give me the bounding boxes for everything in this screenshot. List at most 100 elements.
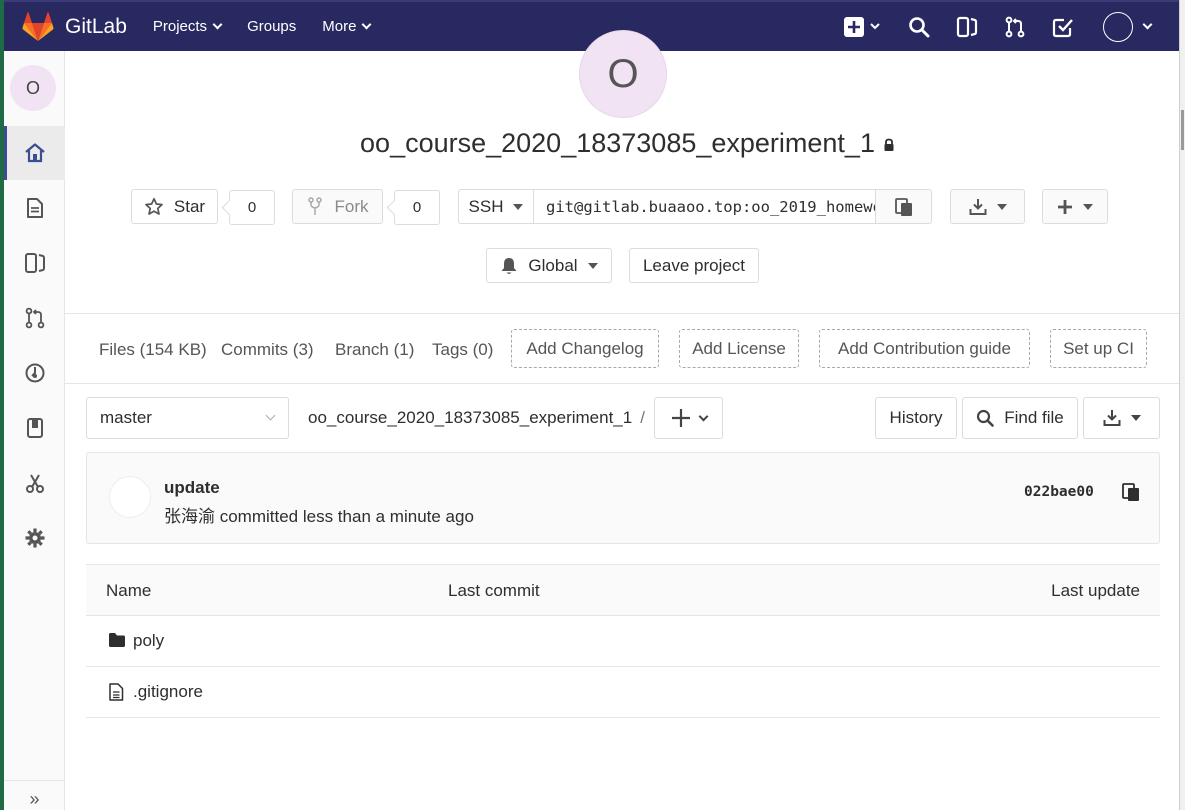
stat-files[interactable]: Files (154 KB) xyxy=(99,340,207,360)
sidebar-item-repository[interactable] xyxy=(4,181,65,235)
sidebar-item-merge-requests[interactable] xyxy=(4,291,65,345)
issues-button[interactable] xyxy=(955,15,979,39)
add-to-tree-dropdown[interactable] xyxy=(654,397,723,439)
clipboard-icon xyxy=(894,197,912,216)
bell-icon xyxy=(501,257,517,274)
star-button[interactable]: Star xyxy=(131,189,218,224)
nav-more[interactable]: More xyxy=(322,18,372,35)
breadcrumb-project[interactable]: oo_course_2020_18373085_experiment_1 xyxy=(308,408,632,427)
copy-sha-button[interactable] xyxy=(1121,482,1141,505)
gitlab-brand[interactable]: GitLab xyxy=(22,11,127,42)
column-last-commit: Last commit xyxy=(448,581,540,600)
add-license-button[interactable]: Add License xyxy=(679,329,799,368)
user-menu-button[interactable] xyxy=(1103,11,1153,42)
find-file-button[interactable]: Find file xyxy=(962,397,1078,439)
chevron-down-icon xyxy=(698,411,708,421)
copy-url-button[interactable] xyxy=(875,189,932,224)
notification-dropdown[interactable]: Global xyxy=(486,248,612,283)
download-icon xyxy=(969,198,986,215)
leave-project-button[interactable]: Leave project xyxy=(629,248,759,283)
caret-down-icon xyxy=(513,203,524,210)
project-sidebar: O » xyxy=(4,51,65,810)
gitlab-logo-icon xyxy=(22,11,54,41)
sidebar-collapse-button[interactable]: » xyxy=(4,780,65,810)
sidebar-item-wiki[interactable] xyxy=(4,401,65,455)
table-row[interactable]: poly xyxy=(86,616,1160,667)
branch-select[interactable]: master xyxy=(86,397,289,439)
chevron-down-icon xyxy=(212,19,223,30)
sidebar-project-avatar[interactable]: O xyxy=(10,65,56,111)
fork-label: Fork xyxy=(334,196,369,216)
file-table-header: Name Last commit Last update xyxy=(86,564,1160,616)
project-title-row: oo_course_2020_18373085_experiment_1 xyxy=(0,128,1185,159)
leave-project-label: Leave project xyxy=(642,255,746,275)
sidebar-item-snippets[interactable] xyxy=(4,456,65,510)
issues-icon xyxy=(24,253,45,273)
table-row[interactable]: .gitignore xyxy=(86,667,1160,718)
nav-right-icons xyxy=(819,2,1153,51)
chevron-down-icon xyxy=(362,19,372,30)
new-dropdown-button[interactable] xyxy=(843,15,883,39)
add-changelog-button[interactable]: Add Changelog xyxy=(511,329,659,368)
setup-ci-label: Set up CI xyxy=(1063,338,1134,358)
download-icon xyxy=(1103,410,1120,426)
commit-sha[interactable]: 022bae00 xyxy=(1024,484,1094,500)
issues-icon xyxy=(956,16,978,37)
snippets-icon xyxy=(25,474,44,493)
tree-download-dropdown[interactable] xyxy=(1083,397,1160,439)
fork-icon xyxy=(307,196,322,215)
add-changelog-label: Add Changelog xyxy=(526,338,644,358)
clone-url-input[interactable]: git@gitlab.buaaoo.top:oo_2019_homework/o… xyxy=(533,189,876,224)
committer-avatar[interactable] xyxy=(109,476,151,518)
fork-button[interactable]: Fork xyxy=(292,189,383,224)
merge-requests-button[interactable] xyxy=(1003,15,1027,39)
star-count[interactable]: 0 xyxy=(229,190,275,225)
setup-ci-button[interactable]: Set up CI xyxy=(1050,329,1147,368)
star-count-value: 0 xyxy=(247,199,257,216)
stat-commits[interactable]: Commits (3) xyxy=(221,340,314,360)
chevron-down-icon xyxy=(1142,19,1153,30)
file-name[interactable]: poly xyxy=(133,631,164,651)
merge-request-icon xyxy=(25,307,44,329)
file-name[interactable]: .gitignore xyxy=(133,682,203,702)
collapse-icon: » xyxy=(29,789,40,809)
nav-groups[interactable]: Groups xyxy=(247,18,296,35)
sidebar-item-issues[interactable] xyxy=(4,236,65,290)
add-contribution-label: Add Contribution guide xyxy=(838,338,1011,358)
ci-cd-icon xyxy=(25,363,44,383)
lock-icon xyxy=(884,138,894,151)
window-scrollbar[interactable] xyxy=(1179,0,1185,810)
download-dropdown[interactable] xyxy=(950,189,1025,224)
fork-count-value: 0 xyxy=(412,199,422,216)
commit-meta: 张海渝 committed less than a minute ago xyxy=(164,507,474,526)
clone-url-value: git@gitlab.buaaoo.top:oo_2019_homework/o… xyxy=(546,197,876,216)
clipboard-icon xyxy=(1122,483,1139,501)
history-label: History xyxy=(889,408,943,427)
sidebar-item-ci-cd[interactable] xyxy=(4,346,65,400)
commit-title[interactable]: update xyxy=(164,478,220,498)
add-license-label: Add License xyxy=(692,338,786,358)
folder-icon xyxy=(109,633,125,647)
add-contribution-guide-button[interactable]: Add Contribution guide xyxy=(819,329,1030,368)
search-button[interactable] xyxy=(907,15,931,39)
merge-request-icon xyxy=(1005,16,1025,37)
notification-label: Global xyxy=(528,255,578,275)
repository-icon xyxy=(26,198,43,218)
caret-down-icon xyxy=(1130,415,1141,421)
sidebar-item-settings[interactable] xyxy=(4,511,65,565)
todos-button[interactable] xyxy=(1051,15,1075,39)
caret-down-icon xyxy=(587,262,598,269)
divider xyxy=(65,313,1179,314)
stat-branch[interactable]: Branch (1) xyxy=(335,340,414,360)
todo-icon xyxy=(1052,18,1073,37)
fork-count[interactable]: 0 xyxy=(394,190,440,225)
stat-tags[interactable]: Tags (0) xyxy=(432,340,493,360)
history-button[interactable]: History xyxy=(875,397,957,439)
add-dropdown[interactable] xyxy=(1042,189,1108,224)
nav-projects[interactable]: Projects xyxy=(153,18,223,35)
chevron-down-icon xyxy=(265,410,276,421)
plus-icon xyxy=(1058,199,1072,214)
star-label: Star xyxy=(173,196,206,216)
plus-square-icon xyxy=(844,16,880,37)
clone-protocol-dropdown[interactable]: SSH xyxy=(458,189,534,224)
